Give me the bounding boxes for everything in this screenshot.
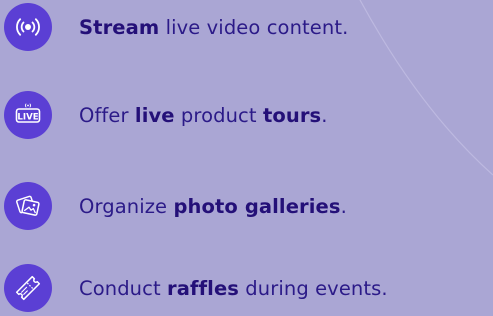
text-emphasis: photo galleries [173, 194, 341, 218]
text-segment: . [321, 103, 328, 127]
text-emphasis: tours [262, 103, 322, 127]
text-emphasis: Stream [79, 15, 160, 39]
feature-list: Stream live video content. LIVE Offer li… [0, 0, 493, 316]
text-emphasis: live [134, 103, 175, 127]
text-segment: Offer [79, 103, 135, 127]
photo-gallery-icon [4, 182, 52, 230]
text-segment: Conduct [79, 276, 168, 300]
live-badge-icon: LIVE [4, 91, 52, 139]
feature-item-raffles: Conduct raffles during events. [4, 264, 388, 312]
feature-item-stream: Stream live video content. [4, 3, 348, 51]
feature-text-stream: Stream live video content. [79, 16, 348, 39]
feature-text-live-tours: Offer live product tours. [79, 104, 328, 127]
text-segment: during events. [238, 276, 388, 300]
feature-item-photo-galleries: Organize photo galleries. [4, 182, 347, 230]
feature-text-raffles: Conduct raffles during events. [79, 277, 388, 300]
live-badge-label: LIVE [17, 112, 38, 122]
text-segment: . [340, 194, 347, 218]
feature-text-photo-galleries: Organize photo galleries. [79, 195, 347, 218]
text-segment: live video content. [159, 15, 349, 39]
broadcast-icon [4, 3, 52, 51]
text-segment: Organize [79, 194, 174, 218]
text-segment: product [174, 103, 263, 127]
text-emphasis: raffles [167, 276, 239, 300]
ticket-icon [4, 264, 52, 312]
feature-item-live-tours: LIVE Offer live product tours. [4, 91, 328, 139]
